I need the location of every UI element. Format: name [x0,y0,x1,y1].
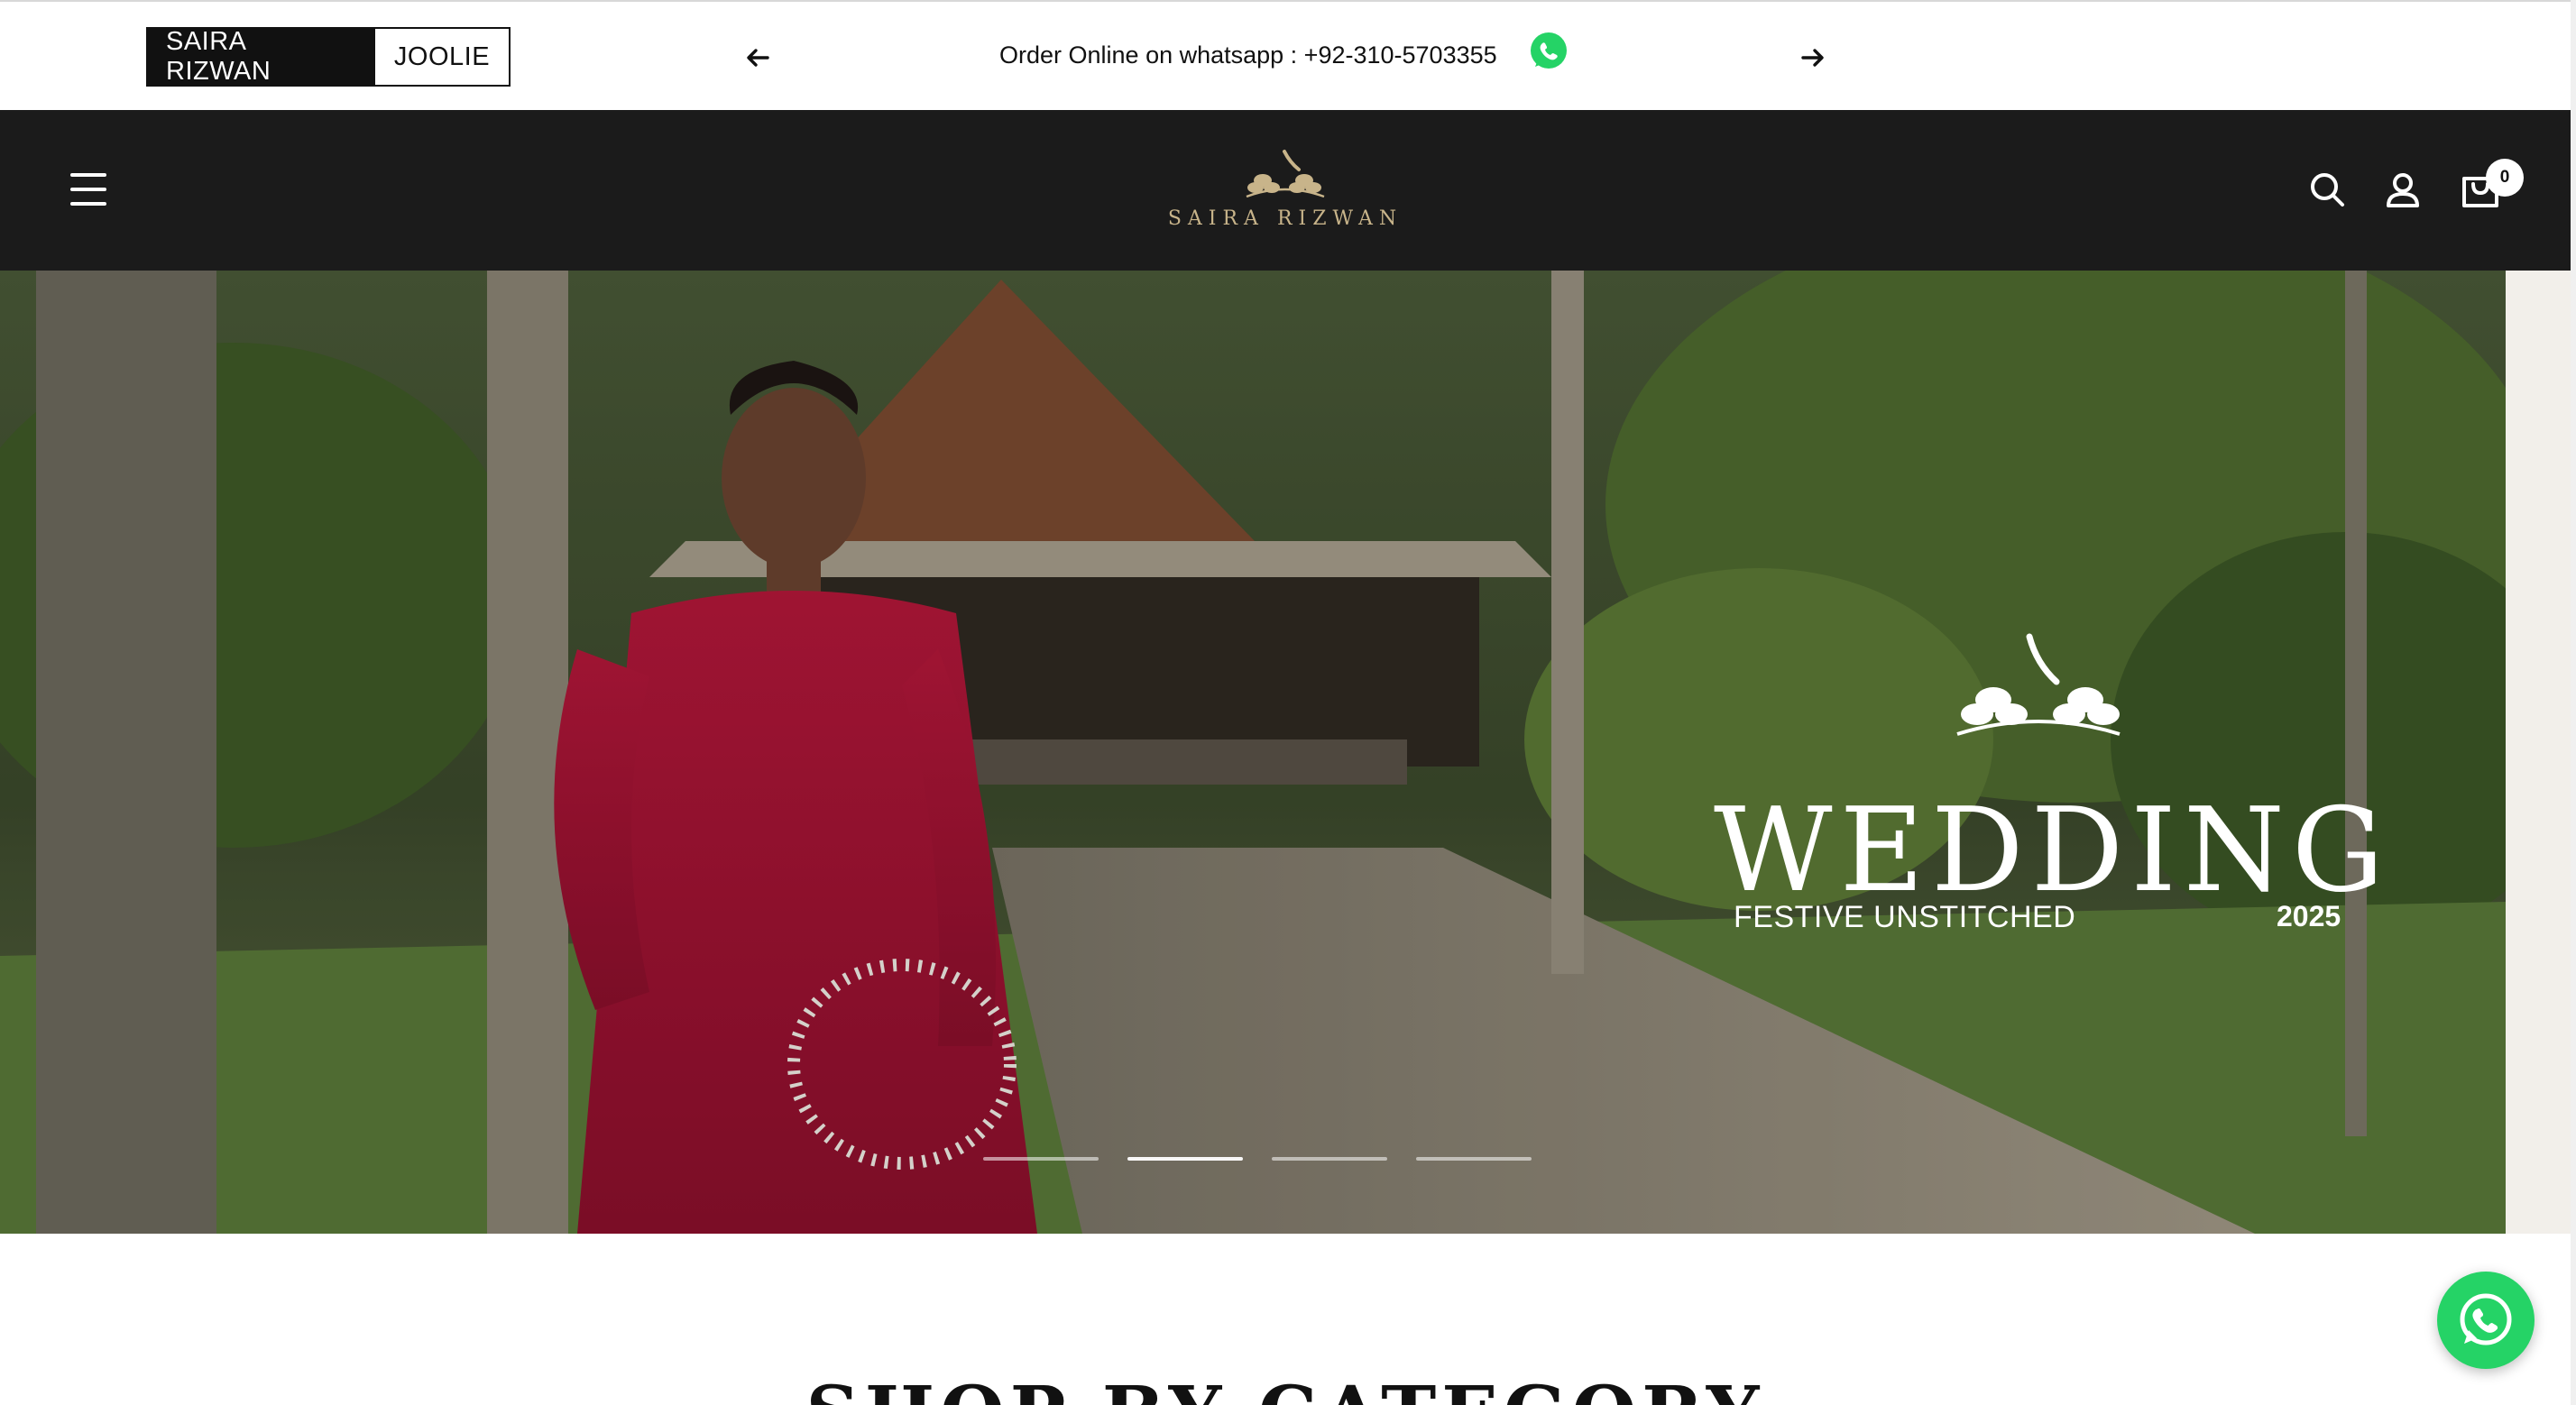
slide-dot-1[interactable] [983,1157,1099,1161]
site-header: SAIRA RIZWAN 0 [0,110,2571,271]
hero-image [0,271,2506,1234]
announcement-bar: SAIRA RIZWAN JOOLIE Order Online on what… [0,0,2571,110]
brand-tab-joolie[interactable]: JOOLIE [375,29,509,85]
section-title-shop-by-category: SHOP BY CATEGORY [0,1371,2571,1405]
hero-subtitle: FESTIVE UNSTITCHED [1734,900,2076,934]
whatsapp-chat-button[interactable] [2437,1272,2535,1369]
slide-dot-2[interactable] [1127,1157,1243,1161]
slide-indicators [983,1157,1532,1161]
search-icon[interactable] [2305,168,2349,211]
account-icon[interactable] [2381,168,2424,211]
next-slide-peek [2506,271,2571,1234]
arrow-left-icon [747,49,769,67]
hero-year: 2025 [2277,900,2341,932]
slide-dot-3[interactable] [1272,1157,1387,1161]
whatsapp-icon [2460,1293,2512,1345]
lotus-emblem-icon [1956,633,2121,736]
brand-switcher: SAIRA RIZWAN JOOLIE [146,27,511,87]
hero-slideshow[interactable]: WEDDING FESTIVE UNSTITCHED 2025 [0,271,2506,1234]
hamburger-menu-icon[interactable] [70,173,106,206]
slide-dot-4[interactable] [1416,1157,1532,1161]
announcement-next-button[interactable] [1795,40,1831,76]
arrow-right-icon [1801,49,1824,67]
site-logo[interactable]: SAIRA RIZWAN [1164,146,1407,245]
announcement-prev-button[interactable] [740,40,776,76]
brand-tab-saira-rizwan[interactable]: SAIRA RIZWAN [148,27,375,86]
page-scrollbar[interactable] [2571,0,2576,1405]
hero-title: WEDDING [1714,784,2392,918]
cart-count-badge: 0 [2486,159,2524,197]
whatsapp-icon[interactable] [1528,31,1569,72]
announcement-message: Order Online on whatsapp : +92-310-57033… [999,41,1497,69]
lotus-logo-icon [1246,150,1325,198]
logo-wordmark: SAIRA RIZWAN [1167,207,1403,230]
